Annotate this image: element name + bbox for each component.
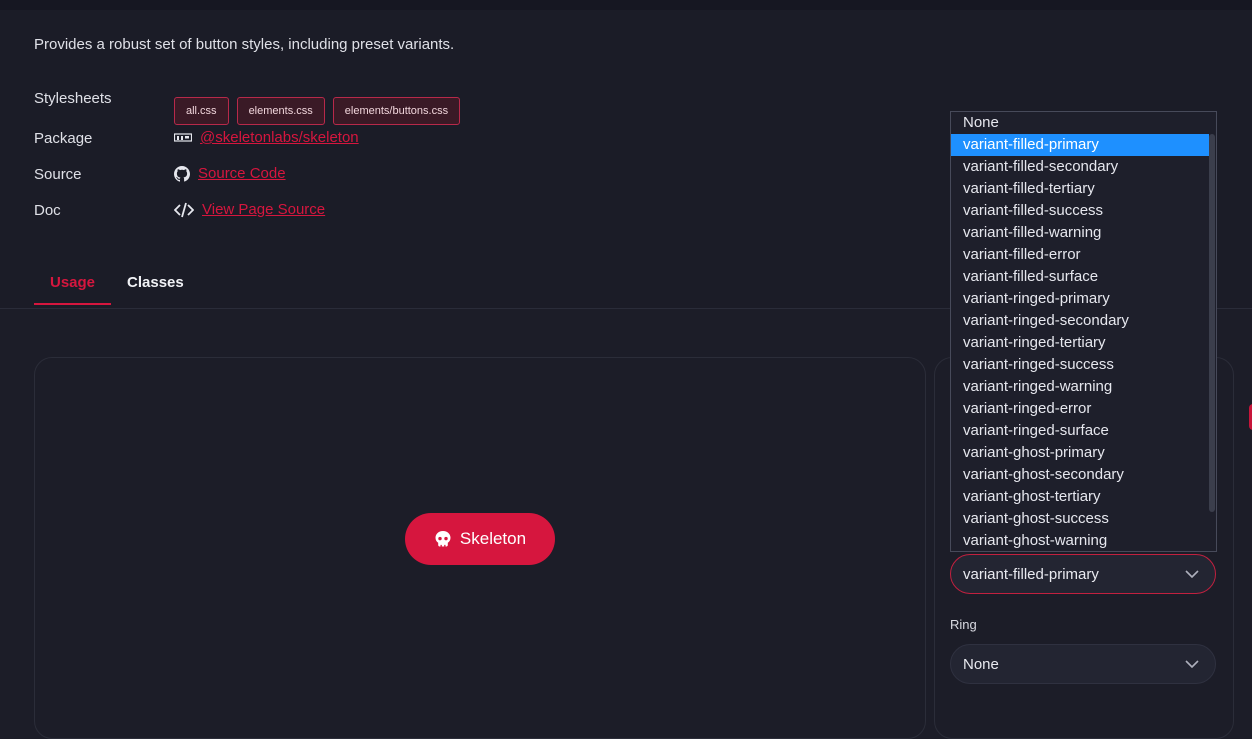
stylesheets-label: Stylesheets — [34, 90, 112, 107]
stylesheet-chips: all.css elements.css elements/buttons.cs… — [174, 97, 461, 125]
stylesheet-chip[interactable]: all.css — [174, 97, 229, 125]
dropdown-option[interactable]: variant-ringed-error — [951, 398, 1209, 420]
tab-bar: Usage Classes — [34, 274, 200, 305]
preset-dropdown-list: None variant-filled-primary variant-fill… — [950, 111, 1217, 552]
package-link[interactable]: @skeletonlabs/skeleton — [200, 129, 359, 146]
ring-label: Ring — [950, 617, 977, 632]
dropdown-option[interactable]: variant-ghost-success — [951, 508, 1209, 530]
chevron-down-icon — [1185, 570, 1199, 578]
doc-label: Doc — [34, 202, 61, 219]
dropdown-option[interactable]: variant-filled-secondary — [951, 156, 1209, 178]
preset-select[interactable]: variant-filled-primary — [950, 554, 1216, 594]
dropdown-option[interactable]: variant-ghost-primary — [951, 442, 1209, 464]
tab-usage[interactable]: Usage — [34, 274, 112, 305]
dropdown-option[interactable]: variant-ringed-tertiary — [951, 332, 1209, 354]
github-icon — [174, 165, 190, 182]
stylesheet-chip[interactable]: elements.css — [236, 97, 325, 125]
chevron-down-icon — [1185, 660, 1199, 668]
skeleton-preview-button[interactable]: Skeleton — [405, 513, 555, 565]
dropdown-option[interactable]: variant-ringed-surface — [951, 420, 1209, 442]
source-label: Source — [34, 166, 82, 183]
dropdown-option[interactable]: variant-filled-error — [951, 244, 1209, 266]
top-bar — [0, 0, 1252, 10]
dropdown-scrollbar[interactable] — [1209, 134, 1215, 512]
package-row: @skeletonlabs/skeleton — [174, 129, 359, 146]
dropdown-option[interactable]: variant-ringed-success — [951, 354, 1209, 376]
dropdown-option[interactable]: variant-ringed-secondary — [951, 310, 1209, 332]
doc-row: View Page Source — [174, 201, 325, 218]
code-icon — [174, 202, 194, 218]
skeleton-button-label: Skeleton — [459, 529, 527, 548]
dropdown-option[interactable]: variant-filled-tertiary — [951, 178, 1209, 200]
npm-icon — [174, 132, 192, 143]
ring-select-value: None — [963, 655, 999, 673]
view-page-source-link[interactable]: View Page Source — [202, 201, 325, 218]
dropdown-option[interactable]: variant-ghost-warning — [951, 530, 1209, 551]
dropdown-option[interactable]: variant-filled-warning — [951, 222, 1209, 244]
dropdown-option[interactable]: variant-filled-success — [951, 200, 1209, 222]
dropdown-option[interactable]: variant-filled-surface — [951, 266, 1209, 288]
dropdown-option[interactable]: variant-ringed-warning — [951, 376, 1209, 398]
dropdown-option-selected[interactable]: variant-filled-primary — [951, 134, 1209, 156]
skull-icon — [434, 530, 452, 548]
preset-select-value: variant-filled-primary — [963, 565, 1099, 583]
source-row: Source Code — [174, 165, 286, 182]
source-code-link[interactable]: Source Code — [198, 165, 286, 182]
package-label: Package — [34, 130, 93, 147]
dropdown-option[interactable]: variant-ghost-secondary — [951, 464, 1209, 486]
dropdown-option[interactable]: None — [951, 112, 1209, 134]
dropdown-option[interactable]: variant-ghost-tertiary — [951, 486, 1209, 508]
ring-select[interactable]: None — [950, 644, 1216, 684]
page-description: Provides a robust set of button styles, … — [34, 36, 455, 53]
dropdown-option[interactable]: variant-ringed-primary — [951, 288, 1209, 310]
stylesheet-chip[interactable]: elements/buttons.css — [332, 97, 461, 125]
tab-classes[interactable]: Classes — [111, 274, 200, 305]
